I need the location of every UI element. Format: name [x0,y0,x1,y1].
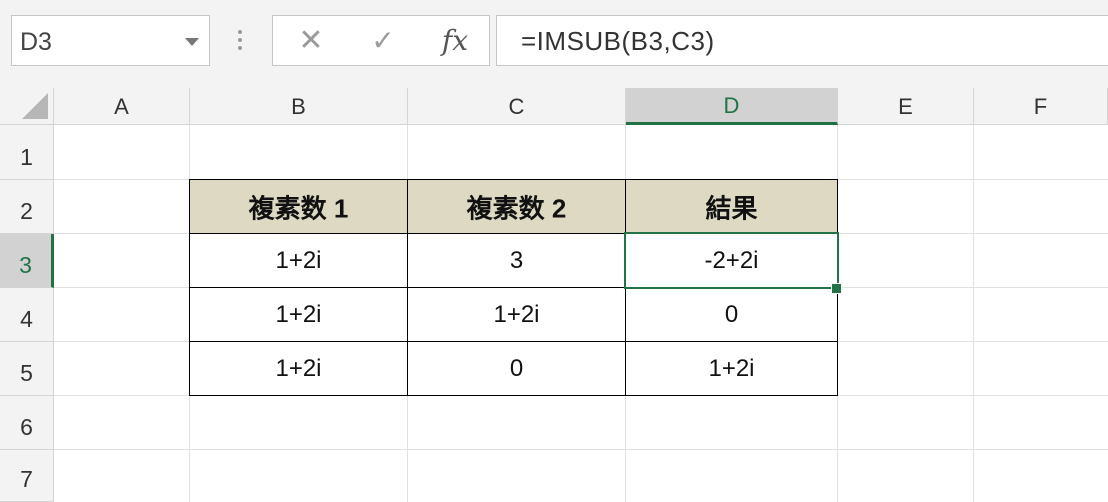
row-header-5[interactable]: 5 [0,342,54,396]
header-cell-d2[interactable]: 結果 [626,180,837,233]
column-header-e[interactable]: E [838,88,974,125]
active-cell-outline [624,232,839,289]
check-icon[interactable]: ✓ [365,24,401,58]
row-header-1[interactable]: 1 [0,125,54,180]
column-header-c[interactable]: C [408,88,626,125]
column-header-b[interactable]: B [190,88,408,125]
row-header-7[interactable]: 7 [0,450,54,502]
cell-d4[interactable]: 0 [626,288,837,341]
column-header-d[interactable]: D [626,88,838,125]
cell-c3[interactable]: 3 [408,234,625,287]
fill-handle[interactable] [831,283,842,294]
header-cell-c2[interactable]: 複素数 2 [408,180,625,233]
cancel-icon[interactable]: ✕ [293,24,329,58]
cell-c5[interactable]: 0 [408,342,625,395]
name-box-value: D3 [20,28,52,56]
formula-bar-area: D3 ✕ ✓ fx =IMSUB(B3,C3) [0,0,1108,88]
row-header-3[interactable]: 3 [0,234,54,288]
row-header-2[interactable]: 2 [0,180,54,234]
more-vertical-icon[interactable] [238,30,242,52]
name-box[interactable]: D3 [11,15,210,66]
formula-text: =IMSUB(B3,C3) [521,26,715,56]
column-header-a[interactable]: A [54,88,190,125]
column-header-f[interactable]: F [974,88,1108,125]
formula-buttons: ✕ ✓ fx [272,15,490,66]
header-cell-b2[interactable]: 複素数 1 [190,180,407,233]
row-header-4[interactable]: 4 [0,288,54,342]
insert-function-icon[interactable]: fx [433,24,477,58]
cell-c4[interactable]: 1+2i [408,288,625,341]
chevron-down-icon[interactable] [185,38,199,46]
select-all-corner[interactable] [0,88,54,125]
row-header-6[interactable]: 6 [0,396,54,450]
cell-b3[interactable]: 1+2i [190,234,407,287]
cell-d5[interactable]: 1+2i [626,342,837,395]
cell-b4[interactable]: 1+2i [190,288,407,341]
cell-b5[interactable]: 1+2i [190,342,407,395]
formula-input[interactable]: =IMSUB(B3,C3) [496,15,1108,66]
